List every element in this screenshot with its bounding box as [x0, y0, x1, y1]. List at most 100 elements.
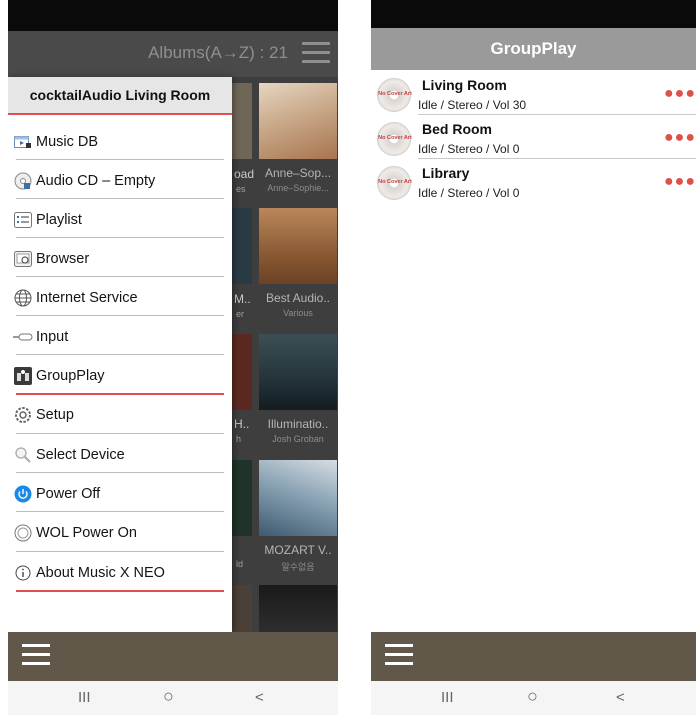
system-nav-bar: III ○ < — [8, 681, 338, 715]
navigation-drawer: cocktailAudio Living Room Music DB Audio… — [8, 77, 232, 632]
input-icon — [12, 328, 34, 346]
playlist-icon — [12, 211, 34, 229]
album-artist-partial: ld — [236, 559, 244, 569]
album-title-partial: H.. — [234, 417, 250, 431]
page-title: GroupPlay — [490, 39, 577, 58]
menu-item-groupplay[interactable]: GroupPlay — [8, 356, 232, 395]
search-icon — [12, 446, 34, 464]
menu-item-input[interactable]: Input — [8, 317, 232, 356]
browser-icon — [12, 250, 34, 268]
album-title: Anne–Sop... — [264, 166, 332, 180]
album-artist-partial: h — [236, 434, 242, 444]
wol-icon — [12, 524, 34, 542]
menu-item-label: About Music X NEO — [36, 564, 165, 581]
hamburger-menu-icon[interactable] — [385, 644, 413, 671]
album-artist: Anne–Sophie... — [267, 183, 329, 193]
no-cover-art-label: No Cover Art — [378, 135, 412, 141]
back-button[interactable]: < — [616, 689, 625, 706]
album-cover[interactable] — [232, 208, 252, 284]
info-icon — [12, 564, 34, 582]
menu-item-audio-cd[interactable]: Audio CD – Empty — [8, 161, 232, 200]
menu-item-label: Internet Service — [36, 289, 138, 306]
menu-item-select-device[interactable]: Select Device — [8, 435, 232, 474]
menu-item-label: GroupPlay — [36, 367, 105, 384]
menu-item-wol-power-on[interactable]: WOL Power On — [8, 513, 232, 552]
device-status: Idle / Stereo / Vol 0 — [418, 186, 520, 200]
album-title: Best Audio.. — [265, 291, 331, 305]
menu-item-about[interactable]: About Music X NEO — [8, 553, 232, 592]
status-bar — [371, 0, 696, 28]
album-cover[interactable] — [232, 460, 252, 536]
no-cover-art-icon: No Cover Art — [377, 122, 412, 156]
album-title: Illuminatio.. — [267, 417, 329, 431]
device-row-bed-room[interactable]: No Cover Art Bed Room Idle / Stereo / Vo… — [371, 115, 696, 159]
album-cover-best-audio[interactable] — [259, 208, 337, 284]
album-artist: 알수없음 — [281, 562, 315, 572]
menu-item-label: Playlist — [36, 211, 82, 228]
home-button[interactable]: ○ — [527, 686, 538, 707]
album-cover[interactable] — [232, 83, 252, 159]
album-artist-partial: es — [236, 184, 246, 194]
device-status: Idle / Stereo / Vol 0 — [418, 142, 520, 156]
menu-item-setup[interactable]: Setup — [8, 395, 232, 434]
music-db-icon — [12, 133, 34, 151]
no-cover-art-icon: No Cover Art — [377, 166, 412, 200]
more-options-icon[interactable]: ●●● — [664, 129, 696, 147]
recents-button[interactable]: III — [78, 689, 91, 706]
device-name: Library — [422, 165, 470, 181]
no-cover-art-label: No Cover Art — [378, 91, 412, 97]
status-bar — [8, 0, 338, 31]
album-artist: Various — [283, 308, 313, 318]
album-artist-partial: er — [236, 309, 245, 319]
bottom-toolbar — [8, 632, 338, 681]
menu-item-label: Input — [36, 328, 69, 345]
power-icon — [12, 485, 34, 503]
menu-item-label: Power Off — [36, 485, 101, 502]
album-title-partial: M.. — [234, 292, 251, 306]
audio-cd-icon — [12, 172, 34, 190]
gear-icon — [12, 406, 34, 424]
menu-item-music-db[interactable]: Music DB — [8, 122, 232, 161]
more-options-icon[interactable]: ●●● — [664, 173, 696, 191]
globe-icon — [12, 289, 34, 307]
groupplay-header: GroupPlay — [371, 28, 696, 70]
menu-item-playlist[interactable]: Playlist — [8, 200, 232, 239]
header-menu-icon[interactable] — [302, 42, 330, 64]
right-screen: GroupPlay No Cover Art Living Room Idle … — [371, 0, 696, 715]
albums-title: Albums(A→Z) : 21 — [148, 43, 288, 62]
menu-item-label: Music DB — [36, 133, 99, 150]
recents-button[interactable]: III — [441, 689, 454, 706]
menu-item-label: Browser — [36, 250, 90, 267]
no-cover-art-icon: No Cover Art — [377, 78, 412, 112]
bottom-toolbar — [371, 632, 696, 681]
menu-item-internet-service[interactable]: Internet Service — [8, 278, 232, 317]
menu-item-browser[interactable]: Browser — [8, 239, 232, 278]
album-cover-illuminations[interactable] — [259, 334, 337, 410]
menu-item-power-off[interactable]: Power Off — [8, 474, 232, 513]
menu-item-label: WOL Power On — [36, 524, 137, 541]
groupplay-icon — [12, 366, 34, 385]
albums-header: Albums(A→Z) : 21 — [8, 31, 338, 77]
back-button[interactable]: < — [255, 689, 264, 706]
menu-item-label: Setup — [36, 406, 74, 423]
menu-item-label: Select Device — [36, 446, 125, 463]
album-cover-mozart[interactable] — [259, 460, 337, 536]
home-button[interactable]: ○ — [163, 686, 174, 707]
no-cover-art-label: No Cover Art — [378, 179, 412, 185]
device-status: Idle / Stereo / Vol 30 — [418, 98, 527, 112]
device-name: Bed Room — [422, 121, 492, 137]
album-title: MOZART V.. — [264, 543, 332, 557]
drawer-device-title: cocktailAudio Living Room — [8, 77, 232, 115]
left-screen: Albums(A→Z) : 21 oad es M.. er H.. h ld … — [8, 0, 338, 715]
album-title-partial: oad — [234, 167, 255, 181]
album-cover-anne-sophie[interactable] — [259, 83, 337, 159]
more-options-icon[interactable]: ●●● — [664, 85, 696, 103]
hamburger-menu-icon[interactable] — [22, 644, 50, 671]
device-row-living-room[interactable]: No Cover Art Living Room Idle / Stereo /… — [371, 71, 696, 115]
menu-item-label: Audio CD – Empty — [36, 172, 156, 189]
album-cover[interactable] — [232, 334, 252, 410]
album-artist: Josh Groban — [272, 434, 324, 444]
device-row-library[interactable]: No Cover Art Library Idle / Stereo / Vol… — [371, 159, 696, 203]
system-nav-bar: III ○ < — [371, 681, 696, 715]
device-name: Living Room — [422, 77, 507, 93]
